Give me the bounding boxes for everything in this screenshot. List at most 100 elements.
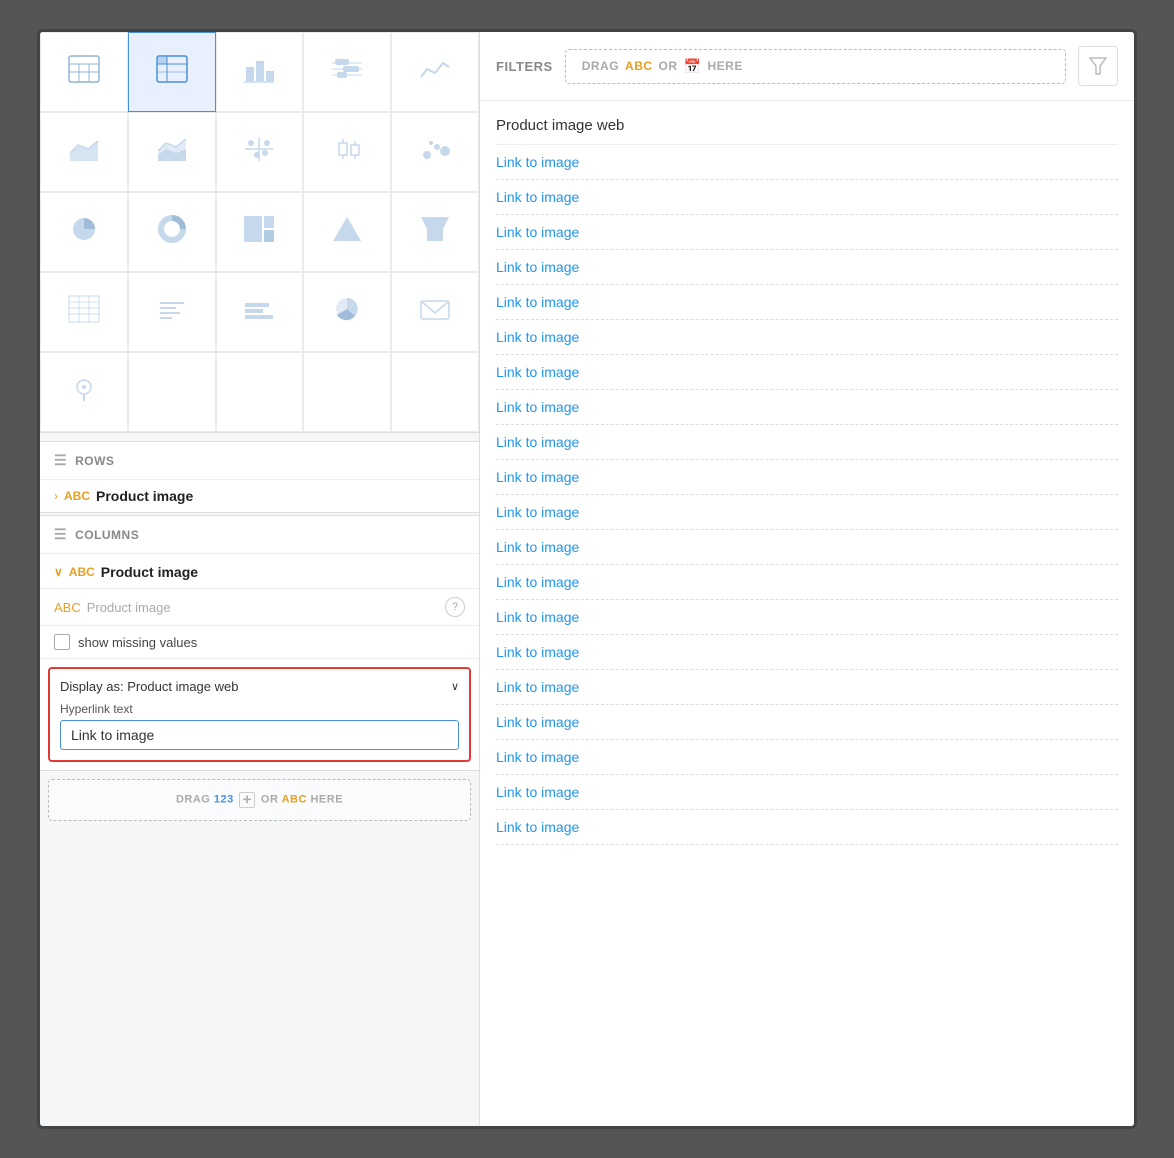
chart-pie[interactable]	[40, 192, 128, 272]
chart-funnel[interactable]	[391, 192, 479, 272]
drag-or: OR	[261, 794, 282, 806]
filter-or: OR	[659, 59, 678, 73]
columns-section: ☰ COLUMNS ∨ ABC Product image ABC Produc…	[40, 515, 479, 771]
chart-donut[interactable]	[128, 192, 216, 272]
list-item[interactable]: Link to image	[496, 215, 1118, 250]
pyramid-icon	[331, 215, 363, 250]
filter-funnel-button[interactable]	[1078, 46, 1118, 86]
show-missing-values-checkbox[interactable]	[54, 634, 70, 650]
list-item[interactable]: Link to image	[496, 775, 1118, 810]
list-item[interactable]: Link to image	[496, 670, 1118, 705]
columns-icon: ☰	[54, 526, 67, 543]
col-chevron-down: ∨	[54, 565, 63, 579]
bar3-icon	[243, 295, 275, 330]
area2-icon	[156, 135, 188, 170]
drag-here: HERE	[310, 794, 343, 806]
chart-pie3[interactable]	[303, 272, 391, 352]
area-icon	[68, 135, 100, 170]
list-item[interactable]: Link to image	[496, 145, 1118, 180]
list-item[interactable]: Link to image	[496, 565, 1118, 600]
filter-drag-text: DRAG	[582, 59, 619, 73]
rows-field-pill[interactable]: › ABC Product image	[40, 480, 479, 512]
list-item[interactable]: Link to image	[496, 495, 1118, 530]
rows-label: ROWS	[75, 454, 114, 468]
chart-text-table[interactable]	[128, 272, 216, 352]
chart-scatter[interactable]	[391, 112, 479, 192]
list-item[interactable]: Link to image	[496, 425, 1118, 460]
chart-empty4	[391, 352, 479, 432]
treemap-icon	[243, 215, 275, 250]
chart-envelope[interactable]	[391, 272, 479, 352]
col-field-name: Product image	[87, 600, 171, 615]
list-item[interactable]: Link to image	[496, 635, 1118, 670]
columns-field-header[interactable]: ∨ ABC Product image	[40, 554, 479, 589]
list-item[interactable]: Link to image	[496, 180, 1118, 215]
list-item[interactable]: Link to image	[496, 705, 1118, 740]
chart-table[interactable]	[40, 32, 128, 112]
columns-label: COLUMNS	[75, 528, 139, 542]
scatter-icon	[419, 135, 451, 170]
display-as-box: Display as: Product image web ∨ Hyperlin…	[48, 667, 471, 762]
list-item[interactable]: Link to image	[496, 390, 1118, 425]
display-as-chevron: ∨	[451, 680, 459, 693]
chart-bar3[interactable]	[216, 272, 304, 352]
list-item[interactable]: Link to image	[496, 530, 1118, 565]
envelope-icon	[419, 295, 451, 330]
hyperlink-input[interactable]	[60, 720, 459, 750]
display-as-dropdown[interactable]: Display as: Product image web ∨	[60, 679, 459, 694]
chart-empty3	[303, 352, 391, 432]
pivot-icon	[156, 55, 188, 90]
links-list: Link to imageLink to imageLink to imageL…	[496, 145, 1118, 845]
donut-icon	[156, 215, 188, 250]
show-missing-values-row[interactable]: show missing values	[40, 626, 479, 659]
pie-icon	[68, 215, 100, 250]
chart-map[interactable]	[40, 352, 128, 432]
bar-icon	[243, 55, 275, 90]
list-item[interactable]: Link to image	[496, 250, 1118, 285]
box-icon	[331, 135, 363, 170]
list-item[interactable]: Link to image	[496, 320, 1118, 355]
chart-area2[interactable]	[128, 112, 216, 192]
list-item[interactable]: Link to image	[496, 600, 1118, 635]
filter-drag-zone[interactable]: DRAG ABC OR 📅 HERE	[565, 49, 1066, 84]
drag-abc: ABC	[282, 794, 307, 806]
chart-box[interactable]	[303, 112, 391, 192]
list-item[interactable]: Link to image	[496, 810, 1118, 845]
columns-section-header: ☰ COLUMNS	[40, 516, 479, 554]
chart-empty1	[128, 352, 216, 432]
filter-calendar-icon: 📅	[684, 58, 702, 75]
chart-grid2[interactable]	[40, 272, 128, 352]
chart-empty2	[216, 352, 304, 432]
chart-gantt[interactable]	[303, 32, 391, 112]
funnel-icon	[1089, 57, 1107, 75]
list-item[interactable]: Link to image	[496, 460, 1118, 495]
rows-section: ☰ ROWS › ABC Product image	[40, 441, 479, 513]
rows-pill-abc: ABC	[64, 489, 90, 503]
col-field-help-button[interactable]: ?	[445, 597, 465, 617]
chart-treemap[interactable]	[216, 192, 304, 272]
list-item[interactable]: Link to image	[496, 355, 1118, 390]
filter-drag-abc: ABC	[625, 59, 653, 73]
drag-label: DRAG	[176, 794, 214, 806]
main-content: Product image web Link to imageLink to i…	[480, 101, 1134, 1126]
text-table-icon	[156, 295, 188, 330]
chart-area[interactable]	[40, 112, 128, 192]
rows-icon: ☰	[54, 452, 67, 469]
chart-type-grid	[40, 32, 479, 433]
cross-icon	[243, 135, 275, 170]
rows-section-header: ☰ ROWS	[40, 442, 479, 480]
list-item[interactable]: Link to image	[496, 740, 1118, 775]
rows-pill-chevron: ›	[54, 489, 58, 503]
col-field-abc: ABC	[54, 600, 81, 615]
chart-line[interactable]	[391, 32, 479, 112]
result-header: Product image web	[496, 101, 1118, 145]
hyperlink-label: Hyperlink text	[60, 702, 459, 716]
chart-pyramid[interactable]	[303, 192, 391, 272]
chart-bar[interactable]	[216, 32, 304, 112]
cross-icon2: ✛	[239, 792, 255, 808]
list-item[interactable]: Link to image	[496, 285, 1118, 320]
chart-cross[interactable]	[216, 112, 304, 192]
chart-pivot[interactable]	[128, 32, 216, 112]
drag-drop-zone[interactable]: DRAG 123 ✛ OR ABC HERE	[48, 779, 471, 821]
filter-here: HERE	[707, 59, 742, 73]
